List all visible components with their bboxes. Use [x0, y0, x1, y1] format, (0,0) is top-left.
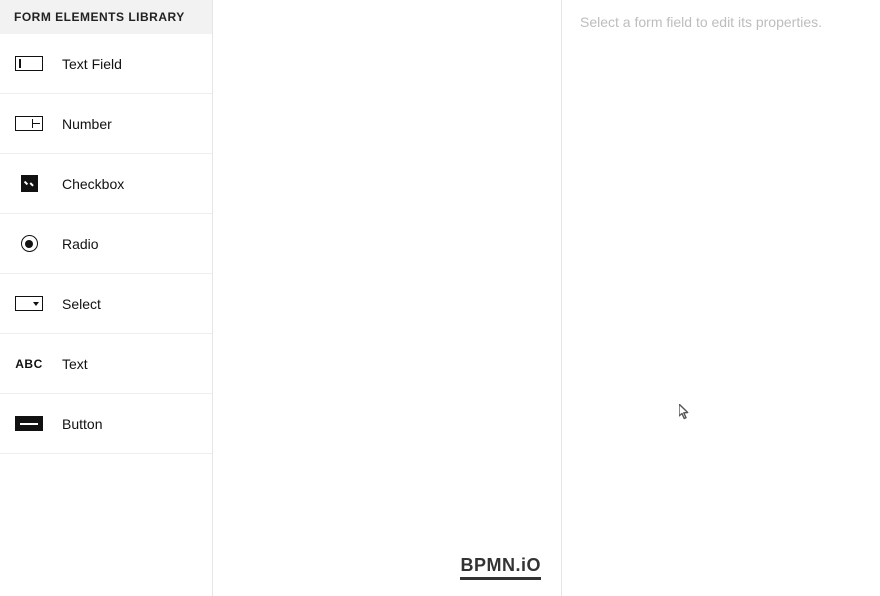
palette-item-select[interactable]: Select: [0, 274, 212, 334]
palette-item-label: Text Field: [62, 56, 122, 72]
palette-item-text[interactable]: ABC Text: [0, 334, 212, 394]
checkbox-icon: [14, 169, 44, 199]
cursor-icon: [679, 404, 691, 425]
palette-item-radio[interactable]: Radio: [0, 214, 212, 274]
palette-item-label: Number: [62, 116, 112, 132]
form-canvas[interactable]: BPMN.iO: [213, 0, 562, 596]
palette-item-label: Select: [62, 296, 101, 312]
sidebar-header: FORM ELEMENTS LIBRARY: [0, 0, 212, 34]
number-icon: [14, 109, 44, 139]
text-icon: ABC: [14, 349, 44, 379]
palette-item-number[interactable]: Number: [0, 94, 212, 154]
properties-placeholder: Select a form field to edit its properti…: [562, 0, 880, 44]
palette-item-label: Button: [62, 416, 102, 432]
radio-icon: [14, 229, 44, 259]
form-elements-sidebar: FORM ELEMENTS LIBRARY Text Field Number …: [0, 0, 213, 596]
button-icon: [14, 409, 44, 439]
palette-item-label: Radio: [62, 236, 99, 252]
palette-item-label: Text: [62, 356, 88, 372]
palette-item-button[interactable]: Button: [0, 394, 212, 454]
properties-panel: Select a form field to edit its properti…: [562, 0, 880, 596]
textfield-icon: [14, 49, 44, 79]
select-icon: [14, 289, 44, 319]
palette-item-checkbox[interactable]: Checkbox: [0, 154, 212, 214]
palette-item-text-field[interactable]: Text Field: [0, 34, 212, 94]
palette-item-label: Checkbox: [62, 176, 124, 192]
brand-logo[interactable]: BPMN.iO: [460, 555, 541, 580]
